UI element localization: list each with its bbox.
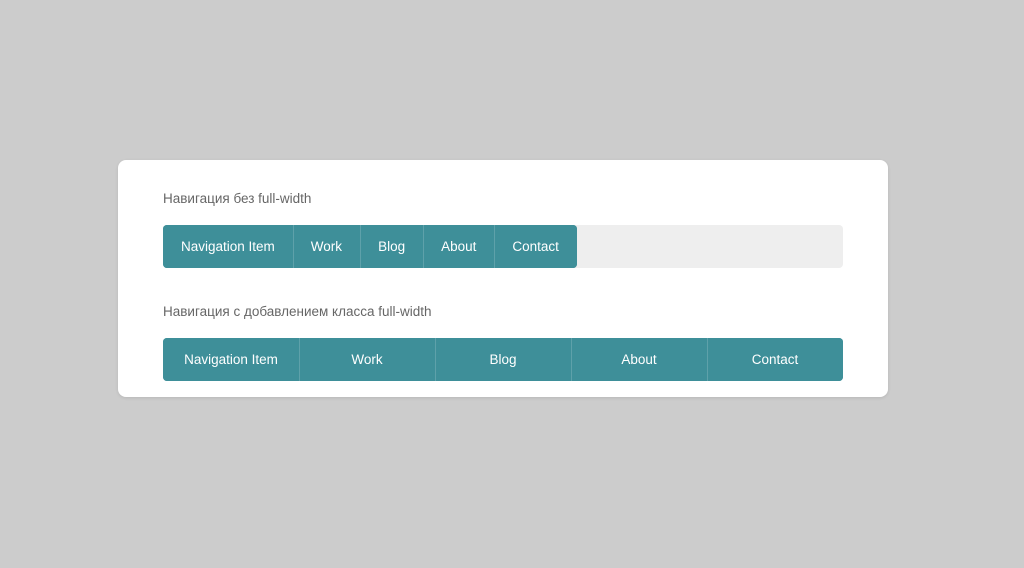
- nav-background-panel: Navigation Item Work Blog About Contact: [163, 225, 843, 268]
- nav-item-label: Work: [351, 351, 383, 367]
- nav-item-label: About: [621, 351, 657, 367]
- nav-item-label: Blog: [378, 238, 406, 254]
- nav-item-about[interactable]: About: [571, 338, 707, 381]
- demo-card: Навигация без full-width Navigation Item…: [118, 160, 888, 397]
- nav-item-blog[interactable]: Blog: [435, 338, 571, 381]
- nav-item-about[interactable]: About: [423, 225, 495, 268]
- nav-item-navigation-item[interactable]: Navigation Item: [163, 338, 299, 381]
- nav-item-label: About: [441, 238, 477, 254]
- nav-item-work[interactable]: Work: [299, 338, 435, 381]
- navigation-bar-fullwidth: Navigation Item Work Blog About Contact: [163, 338, 843, 381]
- nav-item-label: Contact: [512, 238, 559, 254]
- section-inline-nav: Навигация без full-width Navigation Item…: [163, 190, 843, 268]
- nav-item-label: Blog: [489, 351, 517, 367]
- nav-item-contact[interactable]: Contact: [494, 225, 577, 268]
- nav-item-label: Navigation Item: [184, 351, 278, 367]
- nav-item-navigation-item[interactable]: Navigation Item: [163, 225, 293, 268]
- nav-item-label: Contact: [751, 351, 799, 367]
- nav-item-label: Navigation Item: [181, 238, 275, 254]
- navigation-bar-inline: Navigation Item Work Blog About Contact: [163, 225, 577, 268]
- section-caption-fullwidth: Навигация с добавлением класса full-widt…: [163, 304, 432, 319]
- section-fullwidth-nav: Навигация с добавлением класса full-widt…: [163, 303, 843, 381]
- nav-wrapper-fullwidth: Navigation Item Work Blog About Contact: [163, 338, 843, 381]
- nav-item-contact[interactable]: Contact: [707, 338, 843, 381]
- nav-item-work[interactable]: Work: [292, 225, 361, 268]
- section-caption-inline: Навигация без full-width: [163, 191, 312, 206]
- nav-item-label: Work: [310, 238, 343, 254]
- nav-item-blog[interactable]: Blog: [360, 225, 424, 268]
